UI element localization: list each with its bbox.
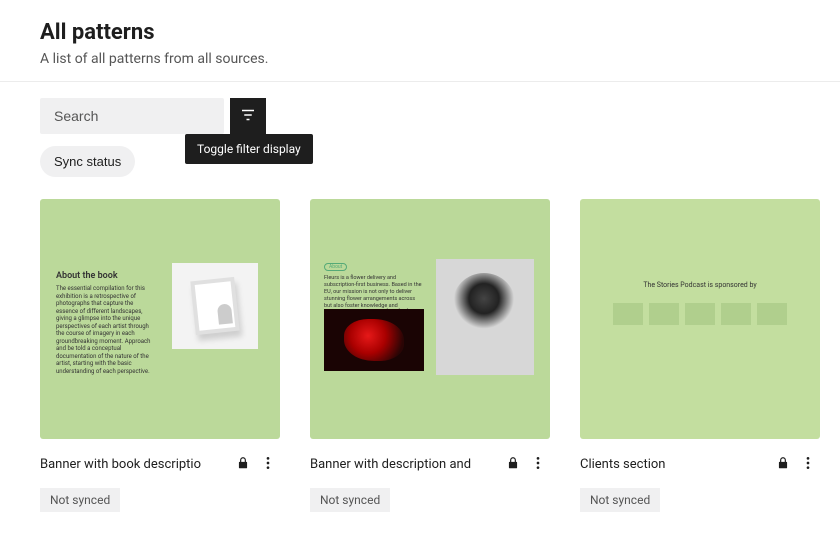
card-actions [236, 451, 280, 478]
filter-tooltip: Toggle filter display [185, 134, 313, 164]
page-title: All patterns [40, 20, 800, 45]
card-actions [776, 451, 820, 478]
sync-status-badge: Not synced [40, 488, 120, 512]
page-description: A list of all patterns from all sources. [40, 51, 800, 67]
pattern-card: About Fleurs is a flower delivery and su… [310, 199, 550, 512]
card-meta-row: Banner with description and [310, 451, 550, 478]
preview-body: The essential compilation for this exhib… [56, 285, 156, 375]
more-vertical-icon [530, 455, 546, 474]
more-actions-button[interactable] [796, 451, 820, 478]
search-wrapper [40, 98, 224, 134]
more-vertical-icon [800, 455, 816, 474]
preview-heading: About the book [56, 271, 156, 281]
pattern-card: About the book The essential compilation… [40, 199, 280, 512]
pattern-preview[interactable]: The Stories Podcast is sponsored by [580, 199, 820, 439]
preview-image [172, 263, 258, 349]
pattern-preview[interactable]: About the book The essential compilation… [40, 199, 280, 439]
lock-icon [776, 455, 790, 474]
filter-icon [239, 106, 257, 127]
sync-status-badge: Not synced [580, 488, 660, 512]
card-actions [506, 451, 550, 478]
pattern-title: Clients section [580, 457, 750, 472]
logo-placeholder [757, 303, 787, 325]
preview-logo-row [580, 303, 820, 325]
pattern-preview[interactable]: About Fleurs is a flower delivery and su… [310, 199, 550, 439]
more-actions-button[interactable] [526, 451, 550, 478]
sync-status-badge: Not synced [310, 488, 390, 512]
more-vertical-icon [260, 455, 276, 474]
preview-image-red-flower [324, 309, 424, 371]
pattern-card: The Stories Podcast is sponsored by Clie… [580, 199, 820, 512]
controls-row: Toggle filter display [0, 82, 840, 142]
preview-text-block: About the book The essential compilation… [56, 271, 156, 375]
logo-placeholder [649, 303, 679, 325]
preview-content: The Stories Podcast is sponsored by [580, 281, 820, 325]
book-graphic [190, 277, 239, 335]
search-input[interactable] [52, 107, 237, 125]
logo-placeholder [685, 303, 715, 325]
sync-status-chip[interactable]: Sync status [40, 146, 135, 177]
preview-chip: About [324, 263, 347, 271]
card-meta-row: Clients section [580, 451, 820, 478]
pattern-title: Banner with book descriptio [40, 457, 210, 472]
lock-icon [236, 455, 250, 474]
preview-heading: The Stories Podcast is sponsored by [580, 281, 820, 289]
logo-placeholder [721, 303, 751, 325]
card-meta-row: Banner with book descriptio [40, 451, 280, 478]
filter-chips-row: Sync status [0, 142, 840, 189]
page-header: All patterns A list of all patterns from… [0, 0, 840, 81]
preview-image-bw-plant [436, 259, 534, 375]
patterns-grid: About the book The essential compilation… [0, 189, 840, 532]
pattern-title: Banner with description and [310, 457, 480, 472]
logo-placeholder [613, 303, 643, 325]
page-root: All patterns A list of all patterns from… [0, 0, 840, 532]
more-actions-button[interactable] [256, 451, 280, 478]
filter-toggle-button[interactable] [230, 98, 266, 134]
lock-icon [506, 455, 520, 474]
